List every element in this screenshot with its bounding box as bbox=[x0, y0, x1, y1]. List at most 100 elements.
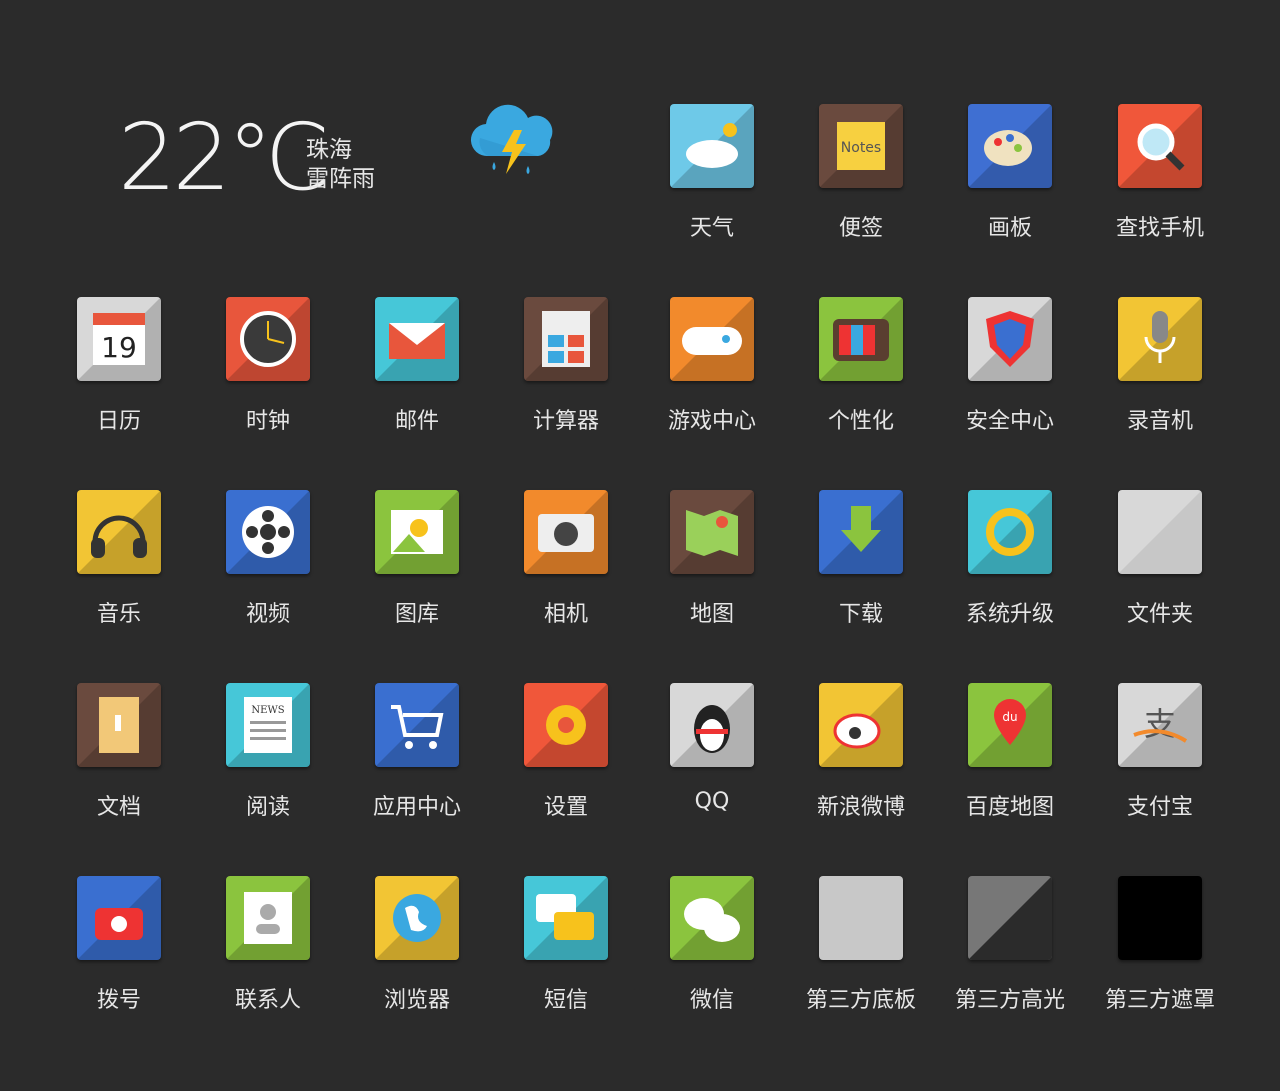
app-label: 画板 bbox=[987, 216, 1032, 241]
search-phone-icon bbox=[1118, 104, 1202, 188]
app-folder[interactable]: 文件夹 bbox=[1085, 490, 1235, 640]
app-label: 查找手机 bbox=[1115, 216, 1204, 241]
app-label: QQ bbox=[694, 789, 730, 814]
app-headphones[interactable]: 音乐 bbox=[44, 490, 194, 640]
app-label: 联系人 bbox=[234, 988, 301, 1013]
app-qq-penguin[interactable]: QQ bbox=[637, 683, 787, 833]
app-shield[interactable]: 安全中心 bbox=[935, 297, 1085, 447]
app-label: 录音机 bbox=[1126, 409, 1193, 434]
weather-location: 珠海 雷阵雨 bbox=[306, 136, 375, 194]
app-globe[interactable]: 浏览器 bbox=[342, 876, 492, 1026]
gamepad-icon bbox=[670, 297, 754, 381]
app-label: 便签 bbox=[838, 216, 883, 241]
highlight-icon bbox=[968, 876, 1052, 960]
app-gamepad[interactable]: 游戏中心 bbox=[637, 297, 787, 447]
app-base-plate[interactable]: 第三方底板 bbox=[786, 876, 936, 1026]
svg-text:Notes: Notes bbox=[841, 140, 881, 156]
app-notes[interactable]: Notes 便签 bbox=[786, 104, 936, 254]
document-icon bbox=[77, 683, 161, 767]
app-gear[interactable]: 设置 bbox=[491, 683, 641, 833]
gear-icon bbox=[524, 683, 608, 767]
phone-icon bbox=[77, 876, 161, 960]
download-icon bbox=[819, 490, 903, 574]
tv-icon bbox=[819, 297, 903, 381]
app-clock[interactable]: 时钟 bbox=[193, 297, 343, 447]
temperature: 22℃ bbox=[118, 104, 330, 211]
news-icon: NEWS bbox=[226, 683, 310, 767]
app-microphone[interactable]: 录音机 bbox=[1085, 297, 1235, 447]
app-news[interactable]: NEWS 阅读 bbox=[193, 683, 343, 833]
app-baidu-map[interactable]: du 百度地图 bbox=[935, 683, 1085, 833]
city-name: 珠海 bbox=[306, 137, 352, 163]
app-label: 设置 bbox=[543, 795, 588, 820]
app-download[interactable]: 下载 bbox=[786, 490, 936, 640]
app-weibo[interactable]: 新浪微博 bbox=[786, 683, 936, 833]
microphone-icon bbox=[1118, 297, 1202, 381]
app-label: 百度地图 bbox=[965, 795, 1054, 820]
app-label: 音乐 bbox=[96, 602, 141, 627]
app-map[interactable]: 地图 bbox=[637, 490, 787, 640]
app-tv[interactable]: 个性化 bbox=[786, 297, 936, 447]
weibo-icon bbox=[819, 683, 903, 767]
svg-text:NEWS: NEWS bbox=[251, 705, 284, 716]
mask-icon bbox=[1118, 876, 1202, 960]
wechat-icon bbox=[670, 876, 754, 960]
app-label: 应用中心 bbox=[372, 795, 461, 820]
app-label: 微信 bbox=[689, 988, 734, 1013]
app-message[interactable]: 短信 bbox=[491, 876, 641, 1026]
app-label: 拨号 bbox=[96, 988, 141, 1013]
app-mask[interactable]: 第三方遮罩 bbox=[1085, 876, 1235, 1026]
shield-icon bbox=[968, 297, 1052, 381]
app-gallery[interactable]: 图库 bbox=[342, 490, 492, 640]
app-label: 邮件 bbox=[394, 409, 439, 434]
app-update[interactable]: 系统升级 bbox=[935, 490, 1085, 640]
globe-icon bbox=[375, 876, 459, 960]
alipay-icon: 支 bbox=[1118, 683, 1202, 767]
notes-icon: Notes bbox=[819, 104, 903, 188]
weather-condition: 雷阵雨 bbox=[306, 166, 375, 192]
app-label: 地图 bbox=[689, 602, 734, 627]
cart-icon bbox=[375, 683, 459, 767]
app-label: 天气 bbox=[689, 216, 734, 241]
gallery-icon bbox=[375, 490, 459, 574]
film-reel-icon bbox=[226, 490, 310, 574]
app-label: 日历 bbox=[96, 409, 141, 434]
app-mail[interactable]: 邮件 bbox=[342, 297, 492, 447]
app-palette[interactable]: 画板 bbox=[935, 104, 1085, 254]
app-weather[interactable]: 天气 bbox=[637, 104, 787, 254]
app-phone[interactable]: 拨号 bbox=[44, 876, 194, 1026]
mail-icon bbox=[375, 297, 459, 381]
base-plate-icon bbox=[819, 876, 903, 960]
app-label: 第三方高光 bbox=[954, 988, 1065, 1013]
app-document[interactable]: 文档 bbox=[44, 683, 194, 833]
app-search-phone[interactable]: 查找手机 bbox=[1085, 104, 1235, 254]
svg-text:19: 19 bbox=[101, 331, 137, 364]
folder-icon bbox=[1118, 490, 1202, 574]
contacts-icon bbox=[226, 876, 310, 960]
app-label: 浏览器 bbox=[383, 988, 450, 1013]
app-film-reel[interactable]: 视频 bbox=[193, 490, 343, 640]
app-contacts[interactable]: 联系人 bbox=[193, 876, 343, 1026]
app-calendar[interactable]: 19 日历 bbox=[44, 297, 194, 447]
svg-text:支: 支 bbox=[1144, 705, 1176, 743]
app-cart[interactable]: 应用中心 bbox=[342, 683, 492, 833]
map-icon bbox=[670, 490, 754, 574]
app-alipay[interactable]: 支支付宝 bbox=[1085, 683, 1235, 833]
update-icon bbox=[968, 490, 1052, 574]
qq-penguin-icon bbox=[670, 683, 754, 767]
app-calculator[interactable]: 计算器 bbox=[491, 297, 641, 447]
camera-icon bbox=[524, 490, 608, 574]
app-label: 个性化 bbox=[827, 409, 894, 434]
app-label: 时钟 bbox=[245, 409, 290, 434]
thunderstorm-cloud-icon bbox=[470, 104, 553, 174]
app-label: 阅读 bbox=[245, 795, 290, 820]
app-highlight[interactable]: 第三方高光 bbox=[935, 876, 1085, 1026]
app-label: 下载 bbox=[838, 602, 883, 627]
app-camera[interactable]: 相机 bbox=[491, 490, 641, 640]
calendar-icon: 19 bbox=[77, 297, 161, 381]
weather-icon bbox=[670, 104, 754, 188]
app-label: 图库 bbox=[394, 602, 439, 627]
message-icon bbox=[524, 876, 608, 960]
app-wechat[interactable]: 微信 bbox=[637, 876, 787, 1026]
headphones-icon bbox=[77, 490, 161, 574]
